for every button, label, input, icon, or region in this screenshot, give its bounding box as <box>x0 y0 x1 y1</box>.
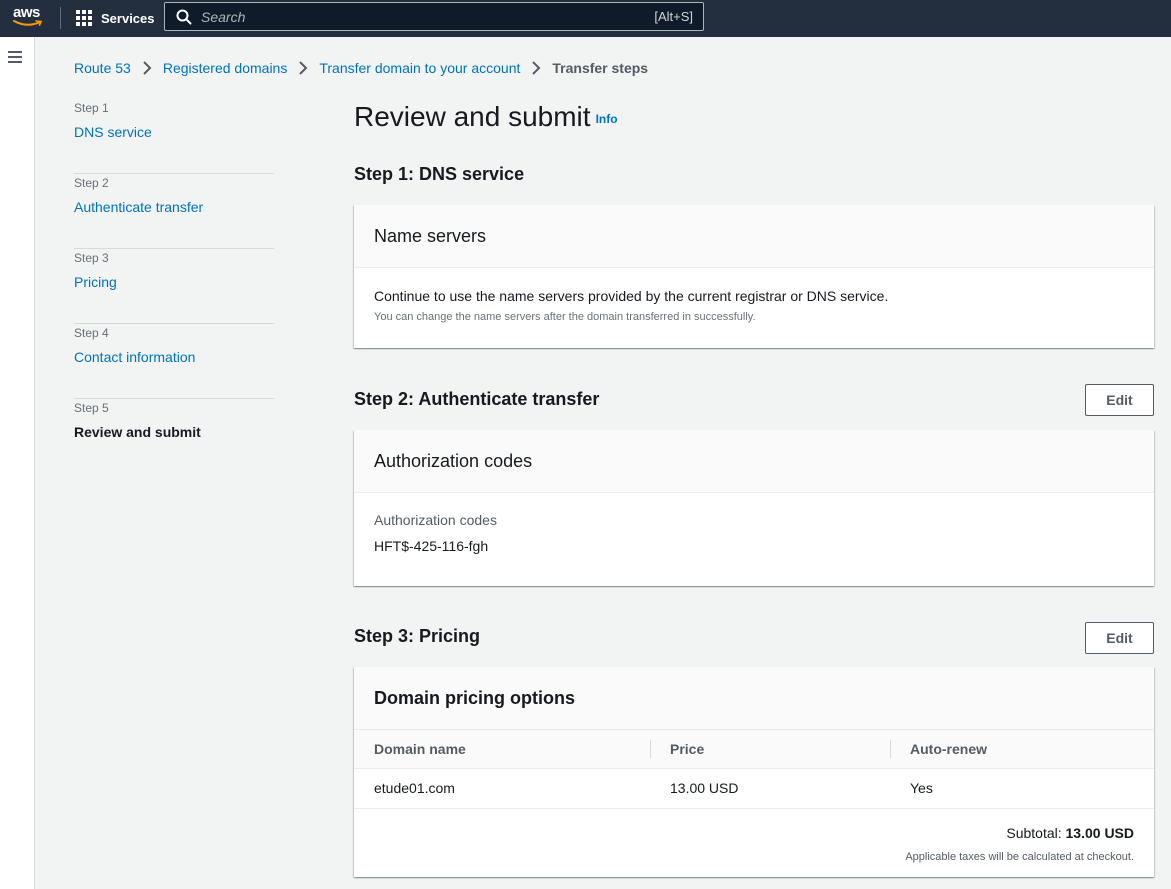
authorization-codes-card: Authorization codes Authorization codes … <box>354 430 1154 586</box>
breadcrumb-transfer-domain[interactable]: Transfer domain to your account <box>319 60 520 76</box>
name-servers-hint: You can change the name servers after th… <box>374 311 756 323</box>
name-servers-card: Name servers Continue to use the name se… <box>354 205 1154 348</box>
breadcrumb-current: Transfer steps <box>552 60 649 76</box>
card-body: Continue to use the name servers provide… <box>354 268 1154 323</box>
services-menu-button[interactable]: Services <box>76 0 155 37</box>
card-header: Domain pricing options <box>354 667 1154 730</box>
column-header-auto-renew: Auto-renew <box>890 730 1154 769</box>
authorization-codes-value: HFT$-425-116-fgh <box>374 538 489 554</box>
table-row: etude01.com 13.00 USD Yes <box>354 768 1154 809</box>
edit-authenticate-transfer-button[interactable]: Edit <box>1085 384 1154 416</box>
edit-pricing-button[interactable]: Edit <box>1085 622 1154 654</box>
step-number: Step 5 <box>74 401 109 415</box>
column-header-price-label: Price <box>670 740 705 757</box>
wizard-step-3: Step 3 Pricing <box>74 249 274 324</box>
step-number: Step 2 <box>74 176 109 190</box>
search-input[interactable] <box>201 7 601 27</box>
card-title: Authorization codes <box>374 450 533 471</box>
breadcrumb-registered-domains[interactable]: Registered domains <box>163 60 288 76</box>
step-number: Step 3 <box>74 251 109 265</box>
search-bar[interactable]: [Alt+S] <box>164 2 704 31</box>
card-title: Name servers <box>374 225 487 246</box>
pricing-table: Domain name Price Auto-renew etude01.com… <box>354 730 1154 809</box>
aws-smile-icon <box>13 20 43 26</box>
chevron-right-icon <box>525 58 547 78</box>
wizard-steps-nav: Step 1 DNS service Step 2 Authenticate t… <box>74 99 274 474</box>
step-link-dns-service[interactable]: DNS service <box>74 123 274 141</box>
breadcrumb: Route 53 Registered domains Transfer dom… <box>74 58 648 78</box>
info-link[interactable]: Info <box>596 112 618 126</box>
side-navigation-strip <box>0 37 35 889</box>
card-body: Authorization codes HFT$-425-116-fgh <box>354 493 1154 554</box>
breadcrumb-route53[interactable]: Route 53 <box>74 60 131 76</box>
nav-divider <box>60 7 61 29</box>
authorization-codes-label: Authorization codes <box>374 512 497 528</box>
column-header-price: Price <box>650 730 890 769</box>
subtotal: Subtotal: 13.00 USD <box>354 809 1154 841</box>
step-current-review-and-submit: Review and submit <box>74 424 201 440</box>
wizard-step-1: Step 1 DNS service <box>74 99 274 174</box>
search-icon <box>176 9 192 25</box>
name-servers-description: Continue to use the name servers provide… <box>374 288 889 304</box>
subtotal-label: Subtotal: <box>1006 824 1062 841</box>
step-link-authenticate-transfer[interactable]: Authenticate transfer <box>74 198 274 216</box>
step-link-contact-information[interactable]: Contact information <box>74 348 274 366</box>
page-title-text: Review and submit <box>354 101 591 132</box>
step-number: Step 4 <box>74 326 109 340</box>
card-header: Authorization codes <box>354 430 1154 493</box>
chevron-right-icon <box>136 58 158 78</box>
cell-price: 13.00 USD <box>650 768 890 809</box>
wizard-step-4: Step 4 Contact information <box>74 324 274 399</box>
aws-logo[interactable]: aws <box>12 4 46 30</box>
table-header-row: Domain name Price Auto-renew <box>354 730 1154 769</box>
domain-pricing-card: Domain pricing options Domain name Price… <box>354 667 1154 877</box>
search-shortcut-hint: [Alt+S] <box>654 9 693 24</box>
cell-auto-renew: Yes <box>890 768 1154 809</box>
cell-domain-name: etude01.com <box>354 768 650 809</box>
section-heading-dns-service: Step 1: DNS service <box>354 164 525 184</box>
services-label: Services <box>101 11 155 26</box>
menu-icon[interactable] <box>8 51 22 63</box>
chevron-right-icon <box>292 58 314 78</box>
card-title: Domain pricing options <box>374 687 575 708</box>
wizard-step-2: Step 2 Authenticate transfer <box>74 174 274 249</box>
wizard-step-5: Step 5 Review and submit <box>74 399 274 474</box>
subtotal-value: 13.00 USD <box>1065 824 1134 841</box>
section-heading-pricing: Step 3: Pricing <box>354 626 481 646</box>
column-header-domain-name: Domain name <box>354 730 650 769</box>
page-title: Review and submit Info <box>354 99 618 137</box>
aws-logo-text: aws <box>13 4 40 21</box>
step-number: Step 1 <box>74 101 109 115</box>
section-heading-authenticate-transfer: Step 2: Authenticate transfer <box>354 389 600 409</box>
card-header: Name servers <box>354 205 1154 268</box>
top-navigation-bar: aws Services [Alt+S] <box>0 0 1171 37</box>
step-link-pricing[interactable]: Pricing <box>74 273 274 291</box>
tax-note: Applicable taxes will be calculated at c… <box>905 850 1134 863</box>
services-grid-icon <box>76 10 93 27</box>
column-header-auto-renew-label: Auto-renew <box>910 740 987 757</box>
